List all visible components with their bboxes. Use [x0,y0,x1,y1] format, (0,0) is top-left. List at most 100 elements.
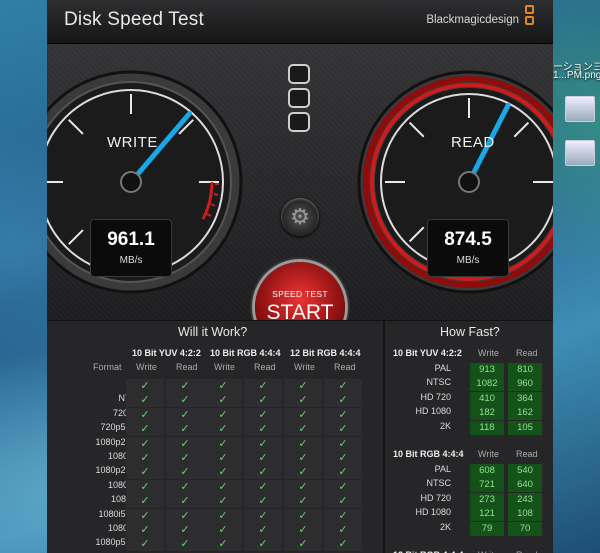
read-speed-cell: 540 [508,464,542,478]
speed-format-label: 2K [439,521,451,532]
speed-format-label: PAL [434,363,451,373]
write-speed-cell: 721 [470,478,504,493]
desktop-file-icon[interactable] [565,96,595,122]
check-icon: ✓ [244,407,282,422]
check-icon: ✓ [284,393,322,408]
write-speed-cell: 118 [470,420,504,435]
indicator-slot [288,112,310,132]
check-icon: ✓ [284,508,322,523]
check-icon: ✓ [166,479,204,494]
check-icon: ✓ [126,479,164,494]
check-icon: ✓ [166,523,204,537]
check-icon: ✓ [204,479,242,494]
write-speed-cell: 1082 [470,377,504,392]
read-speed-cell: 364 [508,391,542,406]
check-icon: ✓ [324,523,362,537]
check-icon: ✓ [166,537,204,552]
check-icon: ✓ [204,436,242,451]
write-readout: 961.1 MB/s [90,219,172,277]
how-fast-panel: How Fast? 10 Bit YUV 4:2:2 Write Read PAL 91… [383,320,553,553]
write-speed-cell: 913 [470,363,504,377]
speed-read-header: Read [516,348,538,358]
title-bar[interactable]: Disk Speed Test Blackmagicdesign [47,0,553,44]
check-icon: ✓ [126,436,164,451]
check-icon: ✓ [324,494,362,509]
write-speed-cell: 121 [470,507,504,522]
check-icon: ✓ [244,451,282,465]
check-icon: ✓ [126,422,164,437]
speed-read-header: Read [516,449,538,459]
indicator-slot [288,64,310,84]
read-speed-cell: 162 [508,406,542,421]
speed-format-label: 2K [439,420,451,431]
check-icon: ✓ [284,451,322,465]
check-icon: ✓ [166,422,204,437]
desktop-item-label[interactable]: 1...PM.png [553,70,600,81]
speed-write-header: Write [478,449,499,459]
check-icon: ✓ [324,393,362,408]
check-icon: ✓ [204,422,242,437]
read-speed-value: 874.5 [444,229,492,250]
check-icon: ✓ [324,451,362,465]
check-icon: ✓ [166,393,204,408]
check-icon: ✓ [324,508,362,523]
column-group-header: 12 Bit RGB 4:4:4 [290,348,361,358]
check-icon: ✓ [284,407,322,422]
write-speed-cell: 273 [470,492,504,507]
write-gauge-label: WRITE [107,134,158,151]
speed-format-label: NTSC [426,377,452,388]
format-column-header: Format [93,362,122,372]
check-icon: ✓ [324,422,362,437]
read-speed-cell: 105 [508,420,542,435]
window-title: Disk Speed Test [64,9,204,30]
check-icon: ✓ [126,537,164,552]
desktop-area [553,0,600,553]
write-speed-cell: 79 [470,521,504,536]
speed-write-header: Write [478,348,499,358]
column-read-header: Read [254,362,276,372]
check-icon: ✓ [166,407,204,422]
check-icon: ✓ [284,379,322,393]
write-speed-value: 961.1 [107,229,155,250]
write-speed-cell: 410 [470,391,504,406]
check-icon: ✓ [324,436,362,451]
desktop-file-icon[interactable] [565,140,595,166]
check-icon: ✓ [284,479,322,494]
check-icon: ✓ [324,537,362,552]
check-icon: ✓ [126,393,164,408]
check-icon: ✓ [284,422,322,437]
check-icon: ✓ [166,494,204,509]
check-icon: ✓ [244,537,282,552]
check-icon: ✓ [284,523,322,537]
brand-name: Blackmagicdesign [426,14,519,26]
write-speed-unit: MB/s [119,255,143,266]
indicator-slot [288,88,310,108]
speed-group-header: 10 Bit RGB 4:4:4 [393,449,464,459]
check-icon: ✓ [244,465,282,480]
check-icon: ✓ [284,436,322,451]
check-icon: ✓ [324,379,362,393]
column-write-header: Write [136,362,157,372]
speed-group-header: 10 Bit YUV 4:2:2 [393,348,462,358]
check-icon: ✓ [204,508,242,523]
check-icon: ✓ [324,465,362,480]
check-icon: ✓ [244,523,282,537]
check-icon: ✓ [126,465,164,480]
check-icon: ✓ [244,494,282,509]
speed-format-label: NTSC [426,478,452,489]
check-icon: ✓ [244,422,282,437]
read-speed-cell: 960 [508,377,542,392]
speed-format-label: HD 1080 [415,507,451,518]
read-readout: 874.5 MB/s [427,219,509,277]
read-speed-cell: 640 [508,478,542,493]
blackmagic-logo-icon [525,5,537,38]
check-icon: ✓ [324,479,362,494]
column-read-header: Read [176,362,198,372]
settings-gear-icon[interactable]: ⚙ [281,198,319,236]
check-icon: ✓ [166,379,204,393]
column-group-header: 10 Bit YUV 4:2:2 [132,348,201,358]
check-icon: ✓ [126,523,164,537]
will-it-work-title: Will it Work? [178,325,248,339]
read-speed-cell: 108 [508,507,542,522]
check-icon: ✓ [166,508,204,523]
